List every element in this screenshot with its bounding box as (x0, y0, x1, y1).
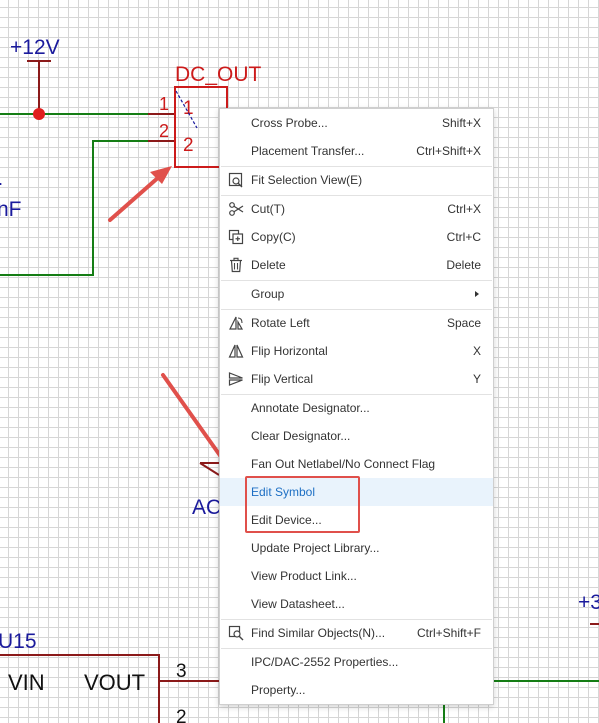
menu-item-label: Property... (251, 683, 306, 697)
u15-designator: U15 (0, 630, 37, 653)
menu-item-property[interactable]: Property... (220, 676, 493, 704)
menu-item-view-product-link[interactable]: View Product Link... (220, 562, 493, 590)
menu-item-ipc-dac-properties[interactable]: IPC/DAC-2552 Properties... (220, 648, 493, 676)
menu-item-shortcut: Shift+X (441, 116, 481, 130)
connector-pin2-label: 2 (183, 135, 194, 156)
cap-value-label: nF (0, 198, 22, 221)
menu-item-label: Group (251, 287, 285, 301)
menu-item-update-project-library[interactable]: Update Project Library... (220, 534, 493, 562)
menu-item-label: Copy(C) (251, 230, 296, 244)
menu-item-label: View Datasheet... (251, 597, 345, 611)
submenu-arrow-icon (475, 291, 479, 297)
menu-item-placement-transfer[interactable]: Placement Transfer... Ctrl+Shift+X (220, 137, 493, 165)
connector-designator: DC_OUT (175, 63, 262, 86)
menu-item-label: Placement Transfer... (251, 144, 365, 158)
menu-item-label: Fan Out Netlabel/No Connect Flag (251, 457, 436, 471)
menu-item-find-similar-objects[interactable]: Find Similar Objects(N)... Ctrl+Shift+F (220, 619, 493, 647)
rotate-left-icon (228, 315, 244, 331)
menu-item-label: Delete (251, 258, 286, 272)
pin-number-1: 1 (159, 94, 169, 114)
menu-item-delete[interactable]: Delete Delete (220, 251, 493, 279)
flip-vertical-icon (228, 371, 244, 387)
fit-view-icon (228, 172, 244, 188)
menu-item-shortcut: Ctrl+Shift+F (416, 626, 481, 640)
menu-item-label: View Product Link... (251, 569, 357, 583)
ac-netlabel[interactable]: AC (192, 462, 221, 519)
scissors-icon (228, 201, 244, 217)
pin-number-2: 2 (159, 121, 169, 141)
menu-item-label: Flip Horizontal (251, 344, 328, 358)
junction-dot (33, 108, 45, 120)
find-similar-icon (228, 625, 244, 641)
menu-item-shortcut: Ctrl+Shift+X (416, 144, 481, 158)
u15-component[interactable]: U15 VIN VOUT 3 2 (0, 630, 219, 723)
power-12v-symbol[interactable]: +12V (10, 36, 60, 114)
u15-pin2-number: 2 (176, 707, 187, 723)
u15-vout-pin: VOUT (84, 670, 145, 695)
menu-item-shortcut: X (472, 344, 481, 358)
menu-item-label: Cross Probe... (251, 116, 328, 130)
context-menu[interactable]: Cross Probe... Shift+X Placement Transfe… (219, 108, 494, 705)
menu-item-label: Annotate Designator... (251, 401, 370, 415)
menu-item-shortcut: Space (446, 316, 481, 330)
u15-vin-pin: VIN (8, 670, 45, 695)
menu-item-shortcut: Ctrl+C (446, 230, 481, 244)
menu-item-shortcut: Delete (446, 258, 481, 272)
menu-item-fit-selection-view[interactable]: Fit Selection View(E) (220, 166, 493, 194)
menu-item-flip-vertical[interactable]: Flip Vertical Y (220, 365, 493, 393)
annotation-arrow-top (108, 166, 172, 222)
menu-item-annotate-designator[interactable]: Annotate Designator... (220, 394, 493, 422)
menu-item-rotate-left[interactable]: Rotate Left Space (220, 309, 493, 337)
menu-item-label: IPC/DAC-2552 Properties... (251, 655, 399, 669)
menu-item-label: Rotate Left (251, 316, 310, 330)
menu-item-cross-probe[interactable]: Cross Probe... Shift+X (220, 109, 493, 137)
trash-icon (228, 257, 244, 273)
menu-item-label: Fit Selection View(E) (251, 173, 363, 187)
menu-item-fan-out-netlabel[interactable]: Fan Out Netlabel/No Connect Flag (220, 450, 493, 478)
menu-item-view-datasheet[interactable]: View Datasheet... (220, 590, 493, 618)
annotation-highlight-box (245, 476, 360, 533)
menu-item-copy[interactable]: Copy(C) Ctrl+C (220, 223, 493, 251)
power-3v-label: +3 (578, 591, 599, 614)
copy-icon (228, 229, 244, 245)
menu-item-label: Find Similar Objects(N)... (251, 626, 386, 640)
cap-dot-label: . (0, 169, 3, 189)
power-12v-label: +12V (10, 36, 60, 59)
menu-item-label: Clear Designator... (251, 429, 351, 443)
menu-item-group[interactable]: Group (220, 280, 493, 308)
menu-item-shortcut: Ctrl+X (447, 202, 481, 216)
menu-item-cut[interactable]: Cut(T) Ctrl+X (220, 195, 493, 223)
menu-item-flip-horizontal[interactable]: Flip Horizontal X (220, 337, 493, 365)
menu-item-clear-designator[interactable]: Clear Designator... (220, 422, 493, 450)
ac-net-label: AC (192, 496, 221, 519)
menu-item-label: Flip Vertical (251, 372, 314, 386)
connector-pin1-label: 1 (183, 98, 194, 119)
menu-item-shortcut: Y (472, 372, 481, 386)
menu-item-label: Update Project Library... (251, 541, 380, 555)
menu-item-label: Cut(T) (251, 202, 285, 216)
flip-horizontal-icon (228, 343, 244, 359)
u15-pin3-number: 3 (176, 661, 187, 682)
